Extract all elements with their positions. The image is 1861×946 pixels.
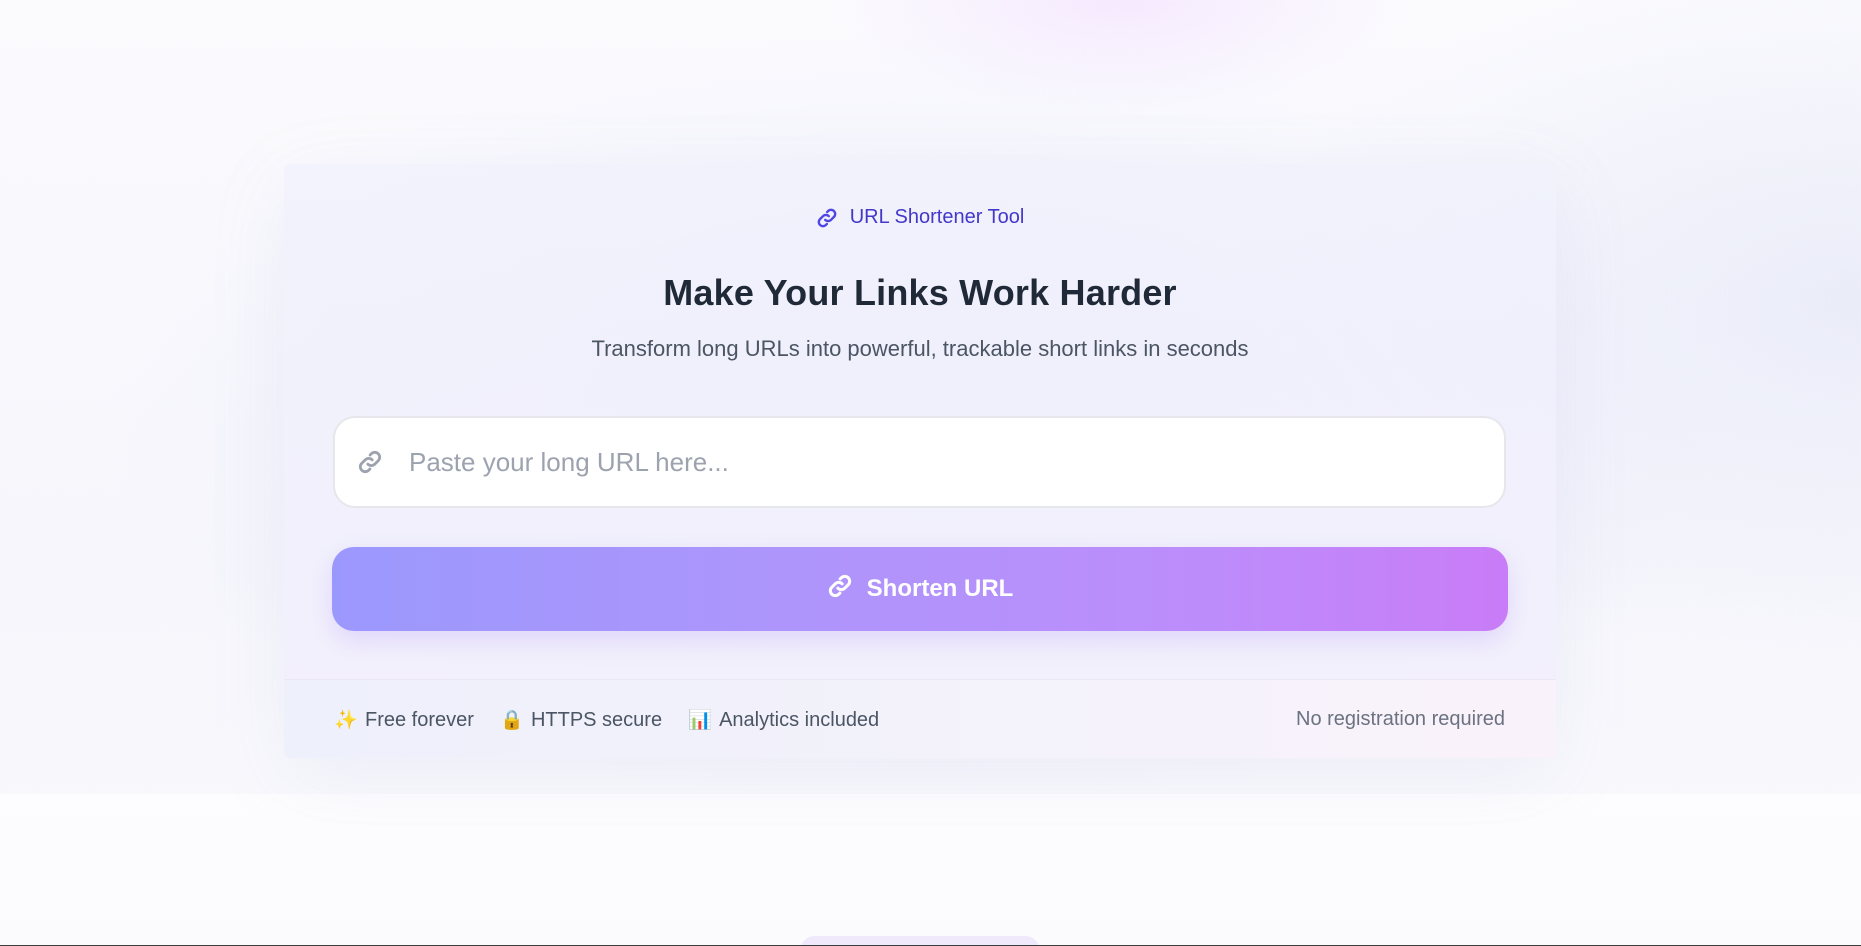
- feature-label: Free forever: [365, 708, 474, 731]
- link-icon: [816, 207, 838, 229]
- tool-badge: URL Shortener Tool: [284, 206, 1556, 229]
- shortener-card: URL Shortener Tool Make Your Links Work …: [284, 164, 1556, 758]
- page-subtitle: Transform long URLs into powerful, track…: [591, 336, 1249, 361]
- shorten-url-button-label: Shorten URL: [866, 575, 1014, 602]
- feature-analytics: 📊 Analytics included: [688, 708, 879, 732]
- card-footer: ✨ Free forever 🔒 HTTPS secure 📊 Analytic…: [284, 680, 1556, 758]
- url-input[interactable]: [407, 431, 1491, 493]
- link-icon: [355, 447, 385, 477]
- bar-chart-icon: 📊: [688, 710, 712, 731]
- page-title: Make Your Links Work Harder: [663, 272, 1177, 313]
- lower-section-background: [0, 794, 1861, 946]
- feature-free: ✨ Free forever: [334, 708, 474, 732]
- shorten-url-button[interactable]: Shorten URL: [332, 547, 1508, 631]
- tool-badge-label: URL Shortener Tool: [849, 206, 1025, 228]
- no-registration-note: No registration required: [1296, 708, 1505, 730]
- feature-https: 🔒 HTTPS secure: [500, 708, 662, 732]
- link-icon: [827, 573, 853, 606]
- feature-label: Analytics included: [719, 708, 880, 731]
- sparkles-icon: ✨: [334, 710, 358, 731]
- lock-icon: 🔒: [499, 710, 524, 731]
- url-input-container[interactable]: [333, 416, 1506, 508]
- feature-list: ✨ Free forever 🔒 HTTPS secure 📊 Analytic…: [334, 708, 879, 732]
- feature-label: HTTPS secure: [530, 708, 663, 731]
